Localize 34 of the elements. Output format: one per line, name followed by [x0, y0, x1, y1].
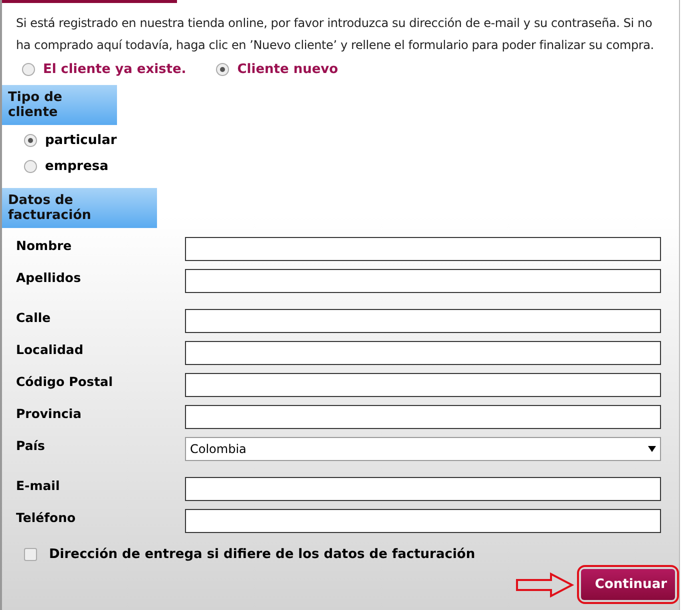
radio-button[interactable]	[216, 63, 230, 76]
text-field[interactable]	[185, 237, 661, 261]
option-label: particular	[45, 133, 117, 148]
checkbox-label: Dirección de entrega si difiere de los datos de facturación	[49, 547, 476, 562]
field-label: Nombre	[16, 238, 73, 252]
field-label: Código Postal	[16, 374, 114, 388]
radio-button[interactable]	[24, 160, 37, 173]
text-field[interactable]	[185, 269, 661, 293]
intro-text: Si está registrado en nuestra tienda online, por favor introduzca su dirección de e-mail y su contraseña. Si no ha comprado aquí todavía, haga clic en ’Nuevo cliente’ y rellene el formulario para poder finalizar su compra.	[15, 15, 655, 54]
radio-button[interactable]	[22, 63, 35, 76]
option-label: El cliente ya existe.	[43, 62, 186, 77]
field-label: E-mail	[16, 478, 61, 492]
field-label: Provincia	[16, 406, 82, 420]
radio-button[interactable]	[24, 134, 37, 147]
text-field[interactable]	[185, 477, 661, 501]
option-label: Cliente nuevo	[237, 62, 338, 77]
text-field[interactable]	[185, 341, 661, 365]
checkbox[interactable]	[24, 548, 37, 561]
continue-button[interactable]: Continuar	[580, 569, 675, 600]
section-heading: Tipo de cliente	[2, 85, 117, 125]
field-label: Calle	[16, 310, 52, 324]
field-label: Teléfono	[16, 510, 77, 524]
text-field[interactable]	[185, 405, 661, 429]
section-heading: Datos de facturación	[2, 188, 157, 228]
field-label: Localidad	[16, 342, 84, 356]
text-field[interactable]	[185, 373, 661, 397]
country-select[interactable]: Colombia	[185, 437, 661, 461]
option-label: empresa	[45, 159, 108, 174]
field-label: Apellidos	[16, 270, 82, 284]
text-field[interactable]	[185, 509, 661, 533]
arrow-icon	[514, 572, 575, 598]
dropdown-arrow-icon	[648, 446, 656, 452]
field-label: País	[16, 438, 46, 452]
text-field[interactable]	[185, 309, 661, 333]
